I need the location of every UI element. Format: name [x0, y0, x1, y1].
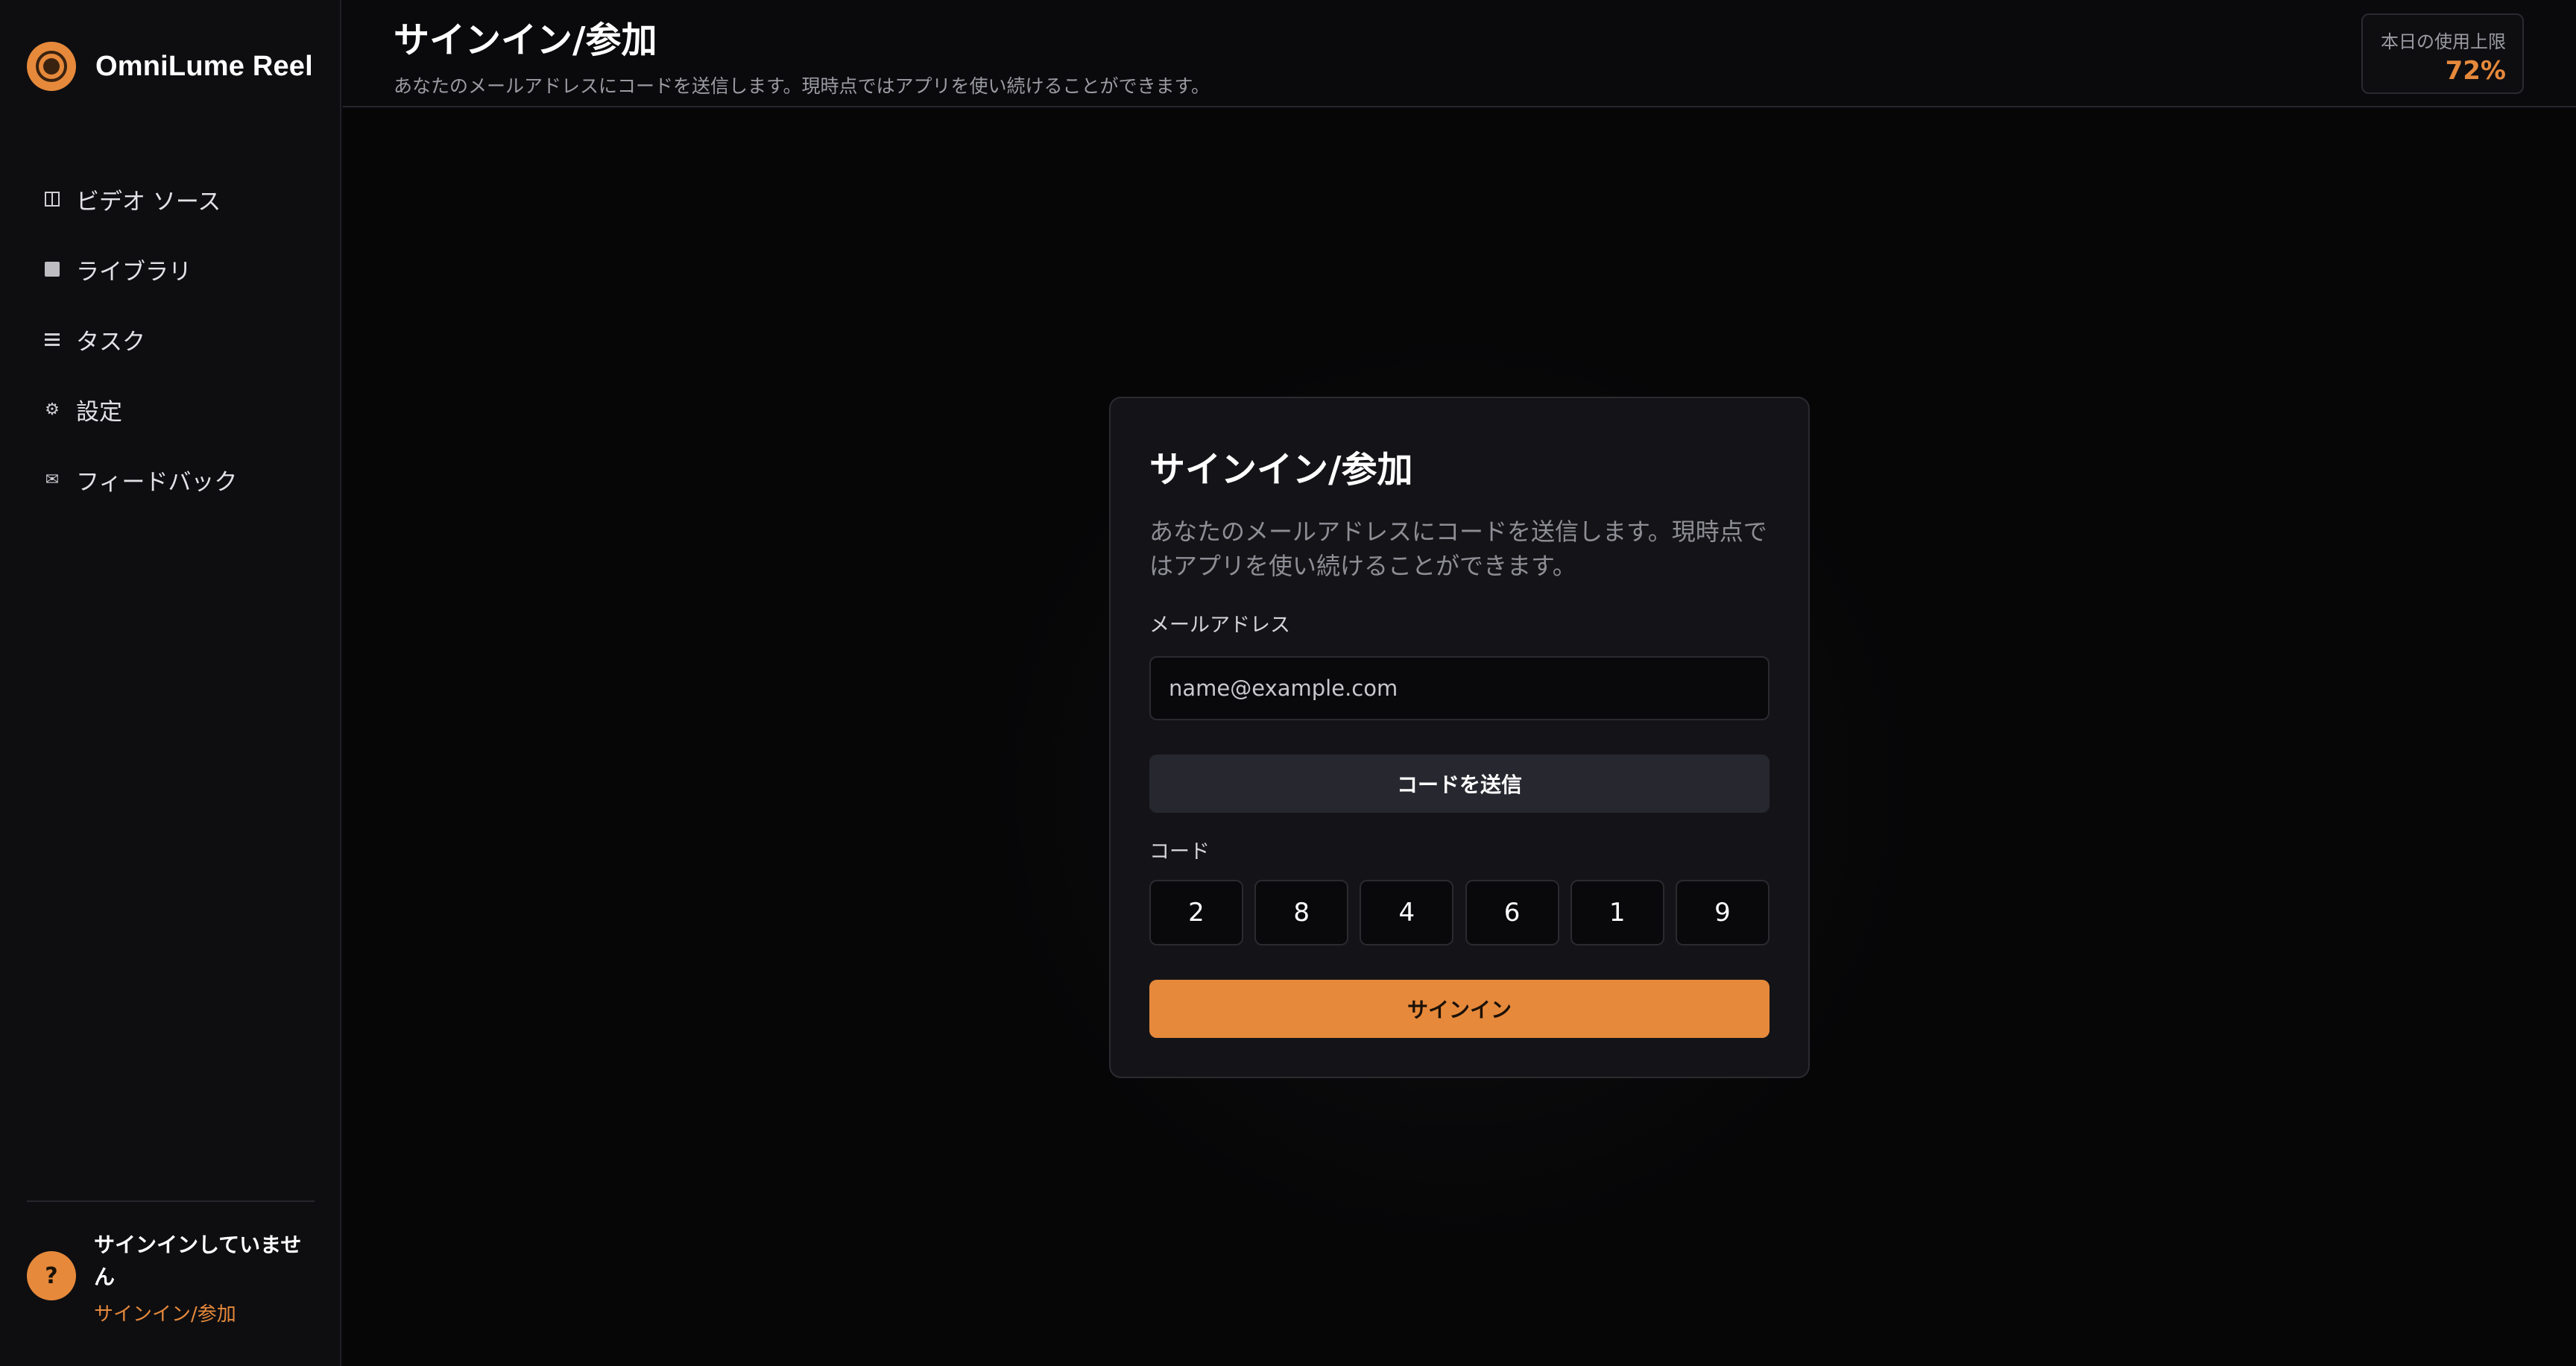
usage-badge: 本日の使用上限 72%	[2361, 13, 2524, 94]
sidebar-nav: ビデオ ソース ライブラリ タスク ⚙ 設定 ✉ フィードバック	[27, 164, 318, 514]
sidebar-item-feedback[interactable]: ✉ フィードバック	[27, 444, 318, 514]
user-status: サインインしていません	[94, 1233, 302, 1289]
square-icon	[42, 262, 63, 277]
code-digit-3[interactable]: 4	[1360, 880, 1454, 945]
app-name: OmniLume Reel	[95, 50, 313, 82]
code-input-group: 2 8 4 6 1 9	[1149, 880, 1770, 945]
avatar[interactable]: ?	[27, 1251, 76, 1300]
code-digit-5[interactable]: 1	[1570, 880, 1664, 945]
user-block: ? サインインしていません サインイン/参加	[27, 1229, 315, 1326]
card-title: サインイン/参加	[1149, 449, 1413, 491]
sidebar-item-label: ライブラリ	[76, 258, 192, 286]
send-code-button[interactable]: コードを送信	[1149, 755, 1770, 813]
sidebar: OmniLume Reel ビデオ ソース ライブラリ タスク ⚙ 設定 ✉ フ…	[0, 0, 341, 1366]
sidebar-item-label: タスク	[76, 328, 145, 356]
sidebar-item-library[interactable]: ライブラリ	[27, 234, 318, 304]
gear-icon: ⚙	[45, 400, 60, 419]
list-icon	[42, 333, 63, 346]
code-digit-2[interactable]: 8	[1254, 880, 1349, 945]
email-field[interactable]	[1149, 656, 1770, 720]
code-digit-6[interactable]: 9	[1675, 880, 1770, 945]
sidebar-item-label: ビデオ ソース	[76, 188, 221, 215]
card-description: あなたのメールアドレスにコードを送信します。現時点ではアプリを使い続けることがで…	[1149, 517, 1767, 580]
usage-value: 72%	[2445, 56, 2506, 86]
mail-icon: ✉	[45, 470, 60, 489]
sidebar-divider	[27, 1200, 315, 1202]
code-label: コード	[1149, 840, 1210, 863]
page-title: サインイン/参加	[394, 19, 657, 61]
code-digit-4[interactable]: 6	[1465, 880, 1559, 945]
logo-icon	[27, 42, 76, 91]
sidebar-item-video-source[interactable]: ビデオ ソース	[27, 164, 318, 234]
page-header: サインイン/参加 あなたのメールアドレスにコードを送信します。現時点ではアプリを…	[343, 0, 2576, 107]
sidebar-item-label: 設定	[76, 398, 122, 426]
app-window: OmniLume Reel ビデオ ソース ライブラリ タスク ⚙ 設定 ✉ フ…	[0, 0, 2576, 1366]
sidebar-item-label: フィードバック	[76, 468, 238, 496]
code-digit-1[interactable]: 2	[1149, 880, 1243, 945]
usage-label: 本日の使用上限	[2381, 31, 2506, 52]
page-subtitle: あなたのメールアドレスにコードを送信します。現時点ではアプリを使い続けることがで…	[394, 75, 1210, 97]
signin-link[interactable]: サインイン/参加	[94, 1299, 315, 1326]
signin-card: サインイン/参加 あなたのメールアドレスにコードを送信します。現時点ではアプリを…	[1109, 397, 1810, 1078]
split-view-icon	[42, 192, 63, 207]
email-label: メールアドレス	[1149, 614, 1290, 637]
sidebar-item-tasks[interactable]: タスク	[27, 304, 318, 374]
brand[interactable]: OmniLume Reel	[27, 42, 313, 91]
sidebar-item-settings[interactable]: ⚙ 設定	[27, 374, 318, 444]
signin-button[interactable]: サインイン	[1149, 980, 1770, 1038]
